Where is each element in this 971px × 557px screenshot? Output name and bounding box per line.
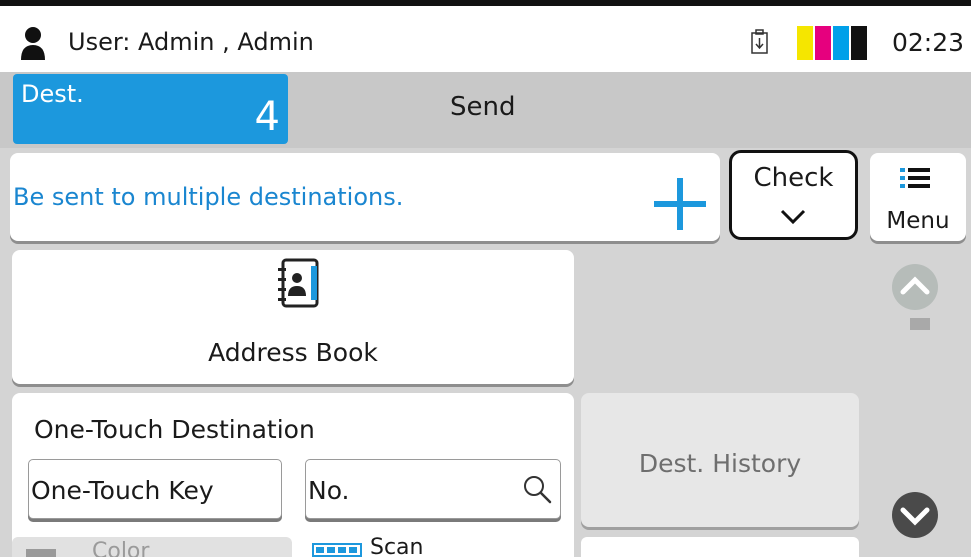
check-button[interactable]: Check — [729, 150, 858, 240]
menu-label: Menu — [886, 208, 950, 234]
add-destination-plus-icon[interactable] — [652, 176, 708, 232]
scroll-down-button[interactable] — [890, 490, 940, 540]
menu-button[interactable]: Menu — [870, 153, 966, 241]
number-search-button[interactable]: No. — [305, 459, 561, 519]
user-icon — [21, 27, 45, 60]
tab-send[interactable]: Send — [450, 92, 515, 122]
tab-row: Dest. 4 Send — [0, 72, 971, 148]
toner-level-indicator[interactable] — [797, 26, 867, 60]
dest-history-label: Dest. History — [638, 449, 802, 478]
one-touch-destination-panel: One-Touch Destination One-Touch Key No. — [12, 393, 574, 557]
one-touch-title: One-Touch Destination — [34, 415, 315, 444]
toner-yellow — [797, 26, 813, 60]
color-icon — [26, 549, 56, 557]
destination-message: Be sent to multiple destinations. — [13, 183, 404, 211]
send-screen: User: Admin , Admin 02:23 Dest. 4 Send B… — [0, 0, 971, 557]
scan-label: Scan — [370, 535, 424, 557]
address-book-icon — [278, 258, 319, 308]
scroll-position-indicator — [910, 318, 930, 330]
toner-status-icon[interactable] — [751, 29, 768, 54]
one-touch-key-button[interactable]: One-Touch Key — [28, 459, 282, 519]
scroll-up-button[interactable] — [890, 262, 940, 312]
color-label: Color — [92, 539, 150, 557]
status-bar: User: Admin , Admin 02:23 — [0, 0, 971, 72]
tab-dest[interactable]: Dest. 4 — [13, 74, 288, 144]
color-button[interactable]: Color — [12, 537, 292, 557]
dest-history-button[interactable]: Dest. History — [581, 393, 859, 527]
scan-icon — [312, 543, 362, 557]
number-label: No. — [308, 476, 350, 505]
clock: 02:23 — [892, 28, 965, 57]
address-book-button[interactable]: Address Book — [12, 250, 574, 384]
bottom-right-button[interactable] — [581, 537, 859, 557]
chevron-down-icon — [780, 209, 806, 225]
toner-black — [851, 26, 867, 60]
address-book-label: Address Book — [208, 338, 378, 367]
scan-button[interactable]: Scan — [298, 535, 574, 557]
toner-magenta — [815, 26, 831, 60]
check-label: Check — [753, 163, 834, 193]
destination-count: 4 — [254, 94, 280, 140]
user-label: User: Admin , Admin — [68, 28, 314, 56]
tab-dest-label: Dest. — [21, 80, 84, 108]
toner-cyan — [833, 26, 849, 60]
one-touch-key-label: One-Touch Key — [31, 476, 214, 505]
menu-list-icon — [900, 168, 930, 188]
destination-field[interactable]: Be sent to multiple destinations. — [10, 153, 720, 241]
search-icon — [524, 476, 552, 504]
